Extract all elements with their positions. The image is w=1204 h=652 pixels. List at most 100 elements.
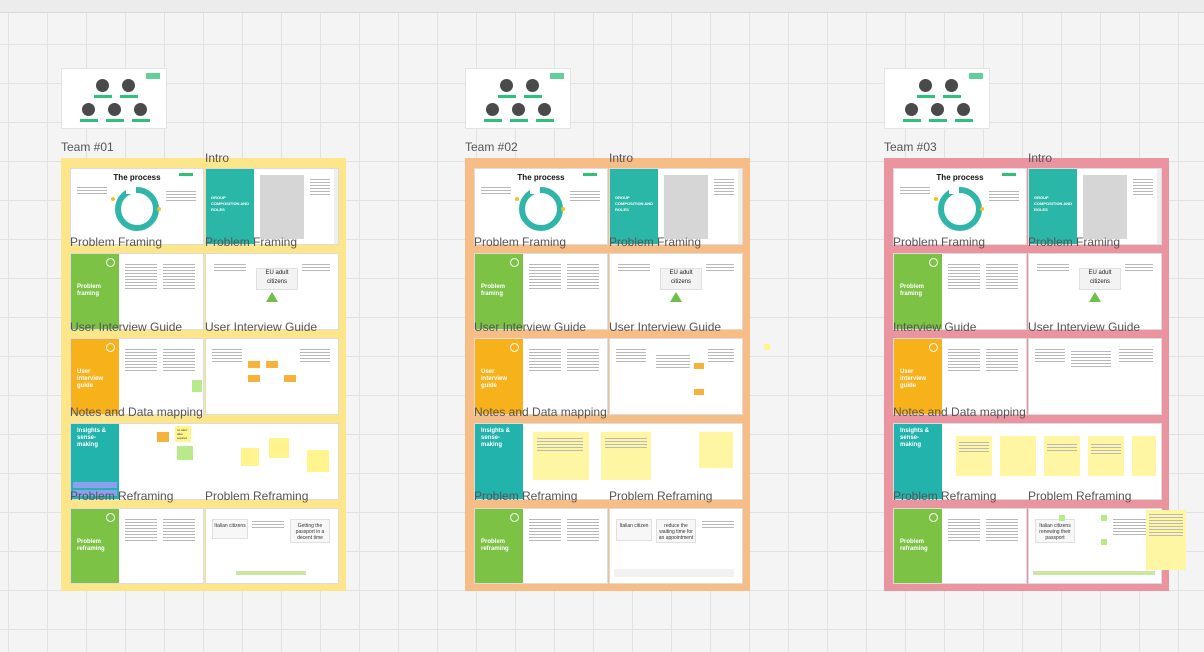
- problem-reframing-board[interactable]: Italian citizen reduce the waiting time …: [609, 508, 743, 584]
- sticky-note[interactable]: [764, 344, 770, 350]
- problem-framing-slide[interactable]: Problem framing: [893, 253, 1027, 330]
- teal-panel: Insights & sense-making: [475, 424, 523, 499]
- sticky-note[interactable]: [1146, 510, 1186, 570]
- sticky-note[interactable]: [956, 436, 992, 476]
- process-notes: [166, 191, 196, 203]
- intro-notes: [310, 179, 330, 197]
- sticky-note[interactable]: [694, 363, 704, 369]
- problem-framing-slide[interactable]: Problem framing: [70, 253, 204, 330]
- text-column: [529, 264, 561, 291]
- member-avatar: [108, 103, 121, 116]
- intro-panel-title: GROUP COMPOSITION AND ROLES: [615, 195, 654, 212]
- team-frame[interactable]: Intro The process GROUP COMPOSITION AND …: [884, 151, 1186, 591]
- sticky-note[interactable]: [241, 448, 259, 466]
- sticky-note[interactable]: [266, 361, 278, 368]
- problem-reframing-slide[interactable]: Problem reframing: [474, 508, 608, 584]
- problem-reframing-board[interactable]: Italian citizens renewing their passport: [1028, 508, 1162, 584]
- reframe-who: Italian citizens: [212, 519, 248, 539]
- sticky-note[interactable]: [1088, 436, 1124, 476]
- team-frame[interactable]: Intro The process GROUP COMPOSITION AND …: [465, 151, 750, 591]
- member-avatar: [931, 103, 944, 116]
- intro-slide[interactable]: GROUP COMPOSITION AND ROLES: [205, 168, 339, 245]
- team-label: Team #03: [884, 140, 937, 154]
- sticky-note[interactable]: [1132, 436, 1156, 476]
- sticky-note[interactable]: [533, 432, 589, 480]
- scrollbar[interactable]: [334, 169, 338, 244]
- green-panel: Problem framing: [71, 254, 119, 329]
- sticky-note[interactable]: no alert after expired: [175, 426, 191, 442]
- section-label-problem-framing: Problem Framing: [474, 235, 567, 249]
- intro-notes: [714, 179, 734, 197]
- team-photo-card[interactable]: [465, 68, 571, 129]
- triangle-marker: [670, 292, 682, 302]
- section-label-problem-reframing: Problem Reframing: [205, 489, 309, 503]
- section-label-user-interview-guide: User Interview Guide: [1028, 320, 1141, 334]
- sticky-lines: [1091, 444, 1121, 456]
- process-ring: [519, 187, 563, 231]
- team-photo-card[interactable]: [61, 68, 167, 129]
- intro-slide[interactable]: GROUP COMPOSITION AND ROLES: [609, 168, 743, 245]
- section-label-problem-framing: Problem Framing: [205, 235, 298, 249]
- sticky-note[interactable]: [694, 389, 704, 395]
- sticky-note[interactable]: [1000, 436, 1036, 476]
- logo: [179, 173, 193, 176]
- team-photo-card[interactable]: [884, 68, 990, 129]
- intro-panel-title: GROUP COMPOSITION AND ROLES: [211, 195, 250, 212]
- process-notes: [570, 191, 600, 203]
- problem-reframing-slide[interactable]: Problem reframing: [70, 508, 204, 584]
- sticky-note[interactable]: [248, 375, 260, 382]
- member-name-tag: [955, 119, 973, 122]
- problem-reframing-board[interactable]: Italian citizens Getting the passport in…: [205, 508, 339, 584]
- text-column: [300, 349, 330, 364]
- sticky-note[interactable]: [1101, 539, 1107, 545]
- process-dot: [561, 207, 565, 211]
- interview-guide-board[interactable]: [205, 338, 339, 415]
- scrollbar[interactable]: [738, 169, 742, 244]
- text-column: [529, 349, 561, 373]
- sticky-note[interactable]: [269, 438, 289, 458]
- user-interview-guide-slide[interactable]: User interview guide: [70, 338, 204, 415]
- interview-guide-board[interactable]: [1028, 338, 1162, 415]
- team-frame[interactable]: Intro The process GROUP COMPOSITION AND …: [61, 151, 346, 591]
- user-interview-guide-slide[interactable]: User interview guide: [893, 338, 1027, 415]
- process-slide[interactable]: The process: [70, 168, 204, 245]
- sticky-note[interactable]: [1059, 515, 1065, 521]
- user-interview-guide-slide[interactable]: User interview guide: [474, 338, 608, 415]
- clock-icon: [929, 258, 938, 267]
- process-slide[interactable]: The process: [474, 168, 608, 245]
- problem-subject: EU adult citizens: [660, 268, 702, 290]
- section-label-problem-framing: Problem Framing: [70, 235, 163, 249]
- sticky-note[interactable]: [157, 432, 169, 442]
- member-avatar: [538, 103, 551, 116]
- clock-icon: [929, 343, 938, 352]
- panel-title: Problem framing: [900, 284, 925, 297]
- problem-framing-slide[interactable]: Problem framing: [474, 253, 608, 330]
- problem-reframing-slide[interactable]: Problem reframing: [893, 508, 1027, 584]
- problem-subject: EU adult citizens: [256, 268, 298, 290]
- member-name-tag: [903, 119, 921, 122]
- hmw-statement: [614, 569, 734, 577]
- problem-framing-board[interactable]: EU adult citizens: [609, 253, 743, 330]
- text-column: [1119, 349, 1153, 364]
- scrollbar[interactable]: [1157, 169, 1161, 244]
- sticky-note[interactable]: [601, 432, 651, 480]
- triangle-marker: [1089, 292, 1101, 302]
- process-slide[interactable]: The process: [893, 168, 1027, 245]
- sticky-note[interactable]: [307, 450, 329, 472]
- process-notes: [77, 187, 107, 196]
- problem-framing-board[interactable]: EU adult citizens: [205, 253, 339, 330]
- interview-guide-board[interactable]: [609, 338, 743, 415]
- sticky-note[interactable]: [1101, 515, 1107, 521]
- text-column: [986, 349, 1018, 373]
- sticky-text: no alert after expired: [177, 428, 188, 440]
- sticky-note[interactable]: [699, 432, 733, 468]
- ring-gap: [949, 186, 959, 194]
- sticky-note[interactable]: [248, 361, 260, 368]
- sticky-note[interactable]: [1044, 436, 1080, 476]
- problem-framing-board[interactable]: EU adult citizens: [1028, 253, 1162, 330]
- intro-slide[interactable]: GROUP COMPOSITION AND ROLES: [1028, 168, 1162, 245]
- text-column: [948, 349, 980, 373]
- sticky-note[interactable]: [192, 380, 202, 392]
- sticky-note[interactable]: [177, 446, 193, 460]
- sticky-note[interactable]: [284, 375, 296, 382]
